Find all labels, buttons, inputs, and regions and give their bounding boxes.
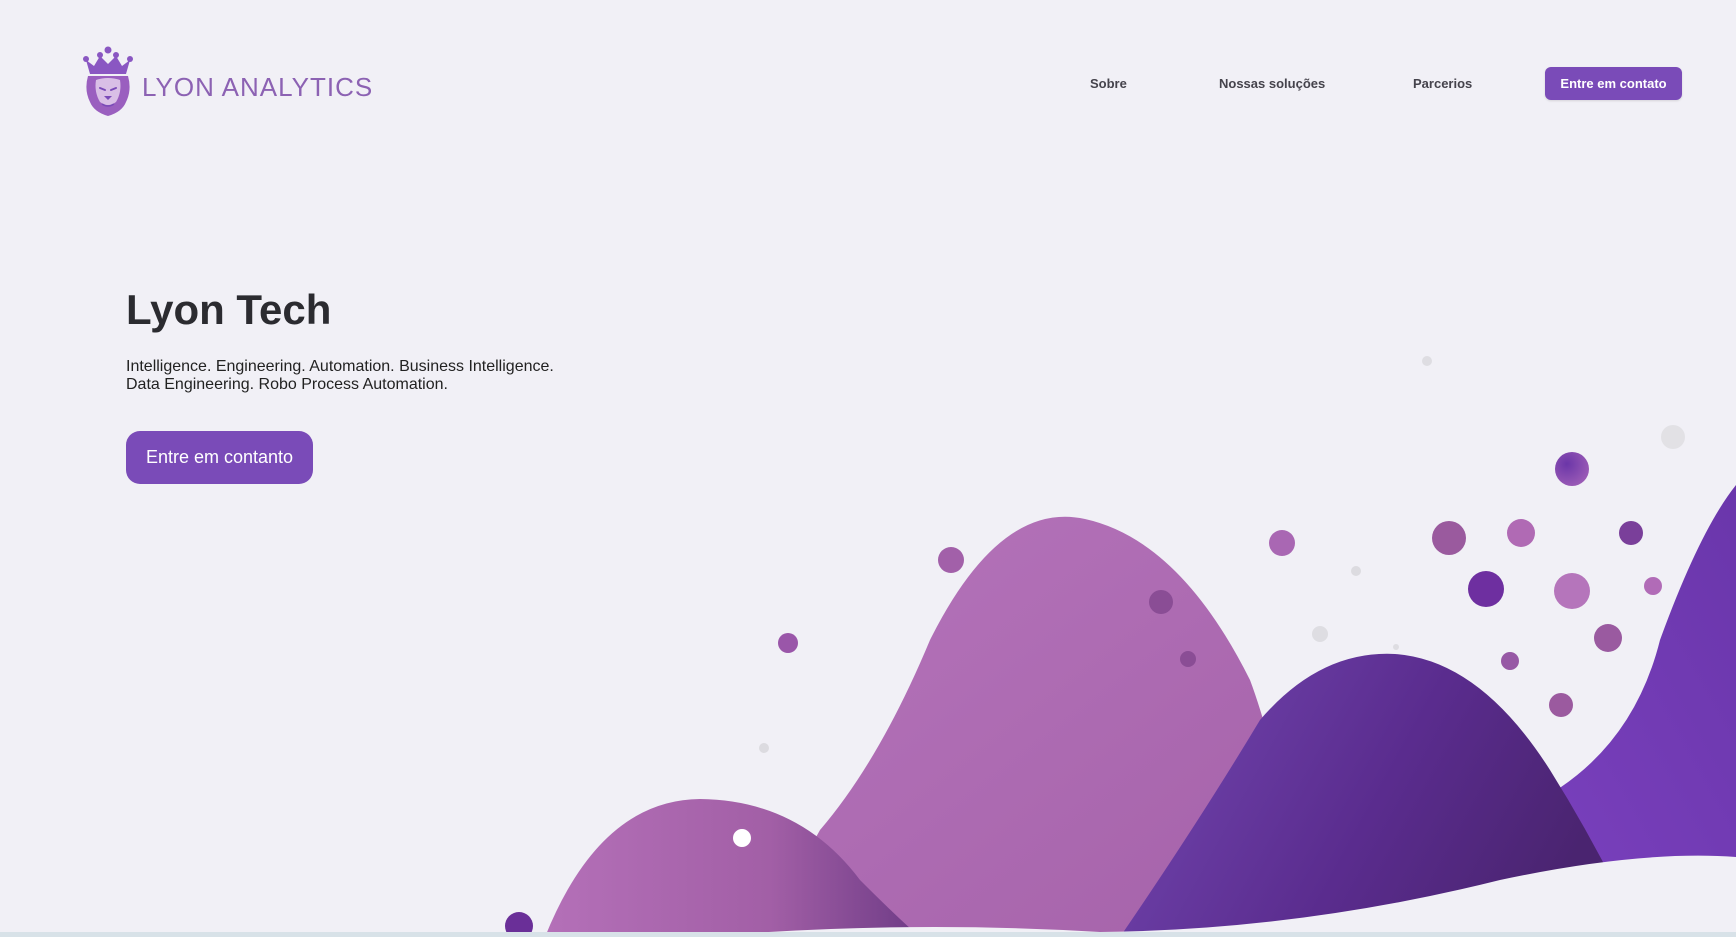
dot [1393, 644, 1399, 650]
dot [1312, 626, 1328, 642]
dot [1501, 652, 1519, 670]
wave-light-swoosh [700, 855, 1736, 937]
dot [938, 547, 964, 573]
bottom-divider [0, 932, 1736, 937]
site-header: LYON ANALYTICS Sobre Nossas soluções Par… [0, 0, 1736, 170]
decorative-dots [505, 356, 1685, 937]
wave-right [1480, 485, 1736, 937]
wave-purple [1120, 653, 1640, 937]
nav-link-about[interactable]: Sobre [1090, 76, 1127, 91]
hero-contact-button[interactable]: Entre em contanto [126, 431, 313, 484]
brand-logo[interactable]: LYON ANALYTICS [80, 46, 373, 118]
dot [1422, 356, 1432, 366]
dot [1149, 590, 1173, 614]
dot [1180, 651, 1196, 667]
wave-pink-large [760, 516, 1310, 937]
dot [1644, 577, 1662, 595]
dot [1661, 425, 1685, 449]
dot [731, 827, 753, 849]
dot [1507, 519, 1535, 547]
dot [1351, 566, 1361, 576]
hero-title: Lyon Tech [126, 286, 332, 333]
dot [1432, 521, 1466, 555]
dot [1594, 624, 1622, 652]
dot [1619, 521, 1643, 545]
dot [1555, 452, 1589, 486]
dot [778, 633, 798, 653]
crowned-lion-icon [83, 46, 133, 116]
header-contact-button[interactable]: Entre em contato [1545, 67, 1682, 100]
hero-subtitle-line-1: Intelligence. Engineering. Automation. B… [126, 358, 554, 375]
nav-link-partners[interactable]: Parcerios [1413, 76, 1472, 91]
hero-subtitle: Intelligence. Engineering. Automation. B… [126, 358, 554, 394]
dot [1269, 530, 1295, 556]
dot [1554, 573, 1590, 609]
nav-link-solutions[interactable]: Nossas soluções [1219, 76, 1325, 91]
dot [759, 743, 769, 753]
hero-subtitle-line-2: Data Engineering. Robo Process Automatio… [126, 376, 448, 393]
dot [1549, 693, 1573, 717]
wave-pink-small [545, 799, 920, 937]
dot [1468, 571, 1504, 607]
brand-name: LYON ANALYTICS [142, 71, 374, 102]
